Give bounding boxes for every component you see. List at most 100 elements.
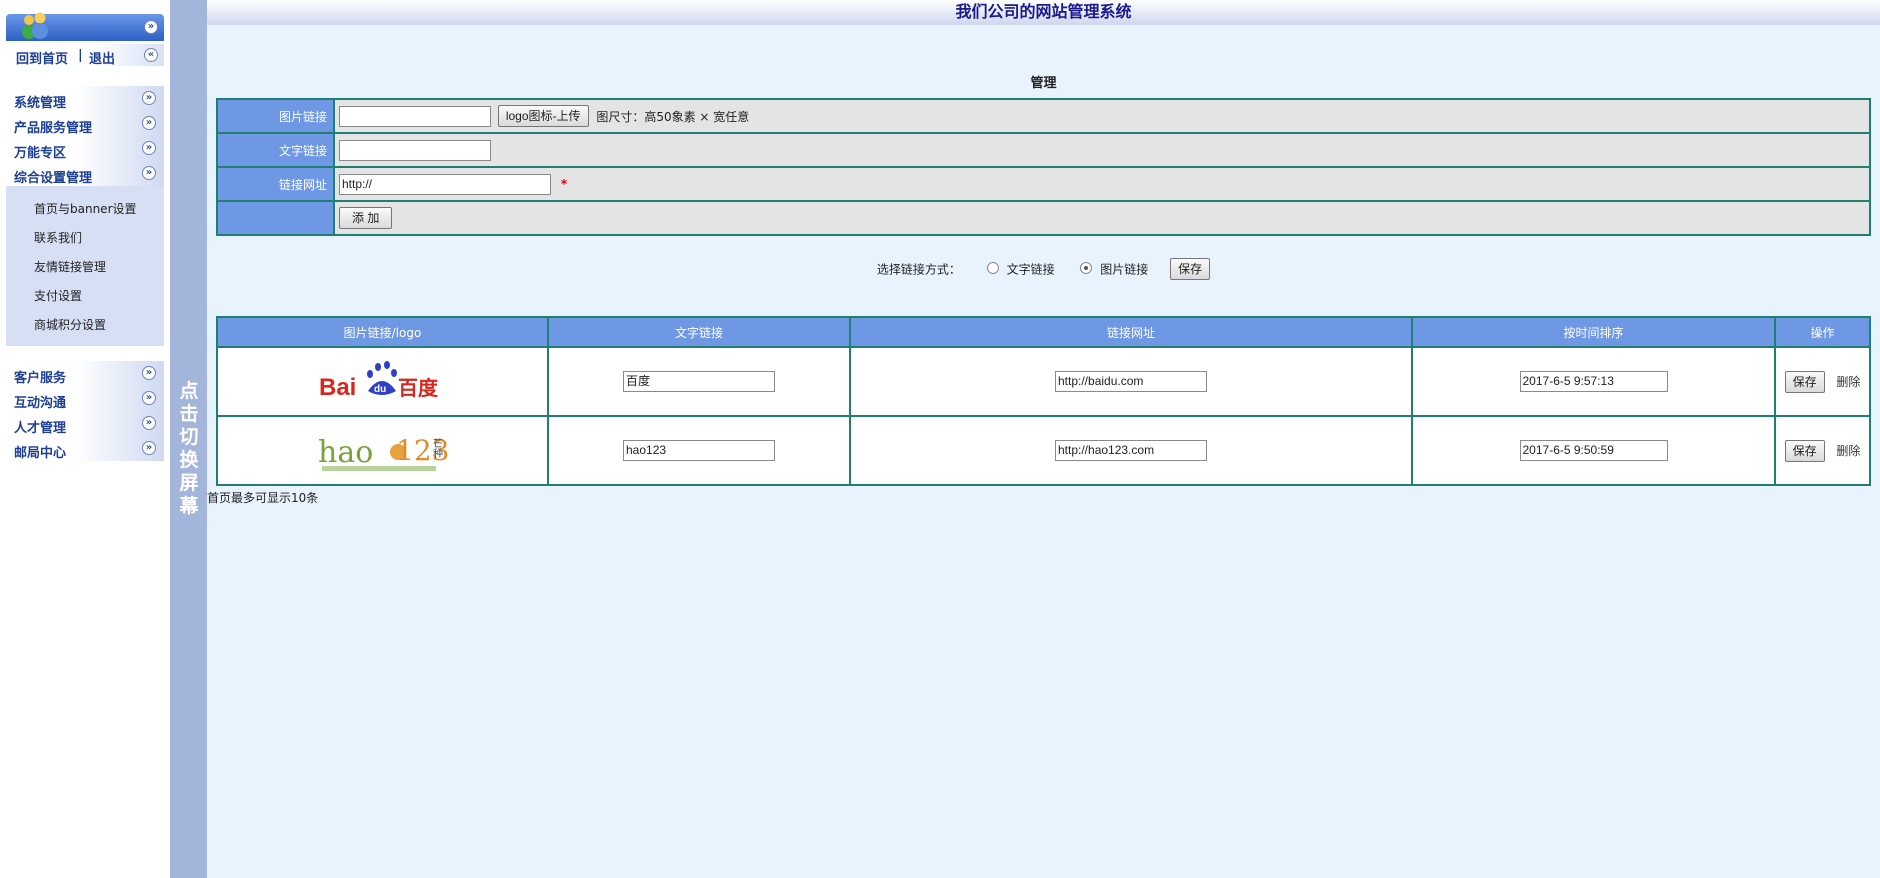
menu-item-mail[interactable]: 邮局中心 » [6,436,164,461]
header-text-link: 文字链接 [547,316,851,348]
menu-item-general-settings[interactable]: 综合设置管理 » [6,161,164,186]
link-mode-label: 选择链接方式： [876,262,961,277]
chevron-down-icon[interactable]: » [142,141,156,155]
time-cell: 2017-6-5 9:57:13 [1411,346,1776,417]
upload-logo-button[interactable]: logo图标-上传 [497,105,589,127]
app-window: » 回到首页 | 退出 « 系统管理 » 产品服务管理 » 万能专区 » 综合设… [0,0,1880,878]
header-url: 链接网址 [849,316,1413,348]
radio-image-link-label[interactable]: 图片链接 [1100,263,1148,277]
url-label: 链接网址 [216,166,335,202]
text-link-cell: 百度 [547,346,851,417]
link-mode-selector: 选择链接方式： 文字链接 图片链接 保存 [207,258,1880,280]
form-row-image-link: 图片链接 logo图标-上传 图尺寸：高50象素 × 宽任意 [216,98,1871,134]
menu-label: 邮局中心 [14,446,67,461]
header-actions: 操作 [1774,316,1871,348]
hao123-logo: hao 123 芒种 [318,424,449,471]
chevron-down-icon[interactable]: » [142,391,156,405]
hao123-logo-cn: 芒种 [430,437,442,459]
chevron-down-icon[interactable]: » [142,116,156,130]
baidu-logo: Bai du 百度 [318,359,448,401]
row-delete-link[interactable]: 删除 [1836,444,1860,458]
links-table: 图片链接/logo 文字链接 链接网址 按时间排序 操作 Bai du 百度 百… [216,316,1871,486]
table-row: Bai du 百度 百度 http://baidu.com 2017-6-5 9… [216,346,1871,417]
switch-screen-bar[interactable]: 点击切换屏幕 [170,0,207,878]
row-time-input[interactable]: 2017-6-5 9:50:59 [1519,440,1668,461]
form-row-text-link: 文字链接 [216,132,1871,168]
menu-label: 客户服务 [14,371,67,386]
actions-label-cell [216,200,335,236]
text-link-cell: hao123 [547,415,851,486]
submenu-item-contact[interactable]: 联系我们 [34,229,82,246]
sidebar-quick-links: 回到首页 | 退出 « [6,44,164,67]
logout-link[interactable]: 退出 [89,48,115,67]
url-input[interactable]: http:// [339,173,551,195]
text-link-input[interactable] [339,139,491,161]
sidebar-header: » [6,12,164,41]
chevron-down-icon[interactable]: » [142,366,156,380]
form-row-url: 链接网址 http:// * [216,166,1871,202]
chevron-down-icon[interactable]: » [142,166,156,180]
hao123-logo-hao: hao [318,435,373,470]
radio-text-link-label[interactable]: 文字链接 [1007,263,1055,277]
url-cell: http://hao123.com [849,415,1413,486]
users-logo-icon [22,12,48,39]
home-link[interactable]: 回到首页 [16,48,68,67]
table-row: hao 123 芒种 hao123 http://hao123.com 2017… [216,415,1871,486]
row-save-button[interactable]: 保存 [1784,370,1825,393]
table-header-row: 图片链接/logo 文字链接 链接网址 按时间排序 操作 [216,316,1871,348]
radio-image-link[interactable] [1080,262,1093,274]
switch-screen-label: 点击切换屏幕 [179,380,199,517]
image-link-input[interactable] [339,105,491,127]
menu-label: 人才管理 [14,421,67,436]
submenu-item-banner[interactable]: 首页与banner设置 [34,200,137,217]
collapse-toggle-icon[interactable]: » [144,20,158,34]
logo-cell: Bai du 百度 [216,346,549,417]
menu-item-products[interactable]: 产品服务管理 » [6,111,164,136]
url-cell: http://baidu.com [849,346,1413,417]
row-time-input[interactable]: 2017-6-5 9:57:13 [1519,371,1668,392]
row-delete-link[interactable]: 删除 [1836,375,1860,389]
section-title: 管理 [1030,76,1057,91]
sidebar: » 回到首页 | 退出 « 系统管理 » 产品服务管理 » 万能专区 » 综合设… [0,0,170,878]
image-link-cell: logo图标-上传 图尺寸：高50象素 × 宽任意 [333,98,1871,134]
menu-item-interaction[interactable]: 互动沟通 » [6,386,164,411]
baidu-logo-du: du [374,384,386,395]
header-time[interactable]: 按时间排序 [1411,316,1776,348]
submenu-item-payment[interactable]: 支付设置 [34,287,82,304]
submenu-item-points[interactable]: 商城积分设置 [34,316,106,333]
required-mark: * [560,177,568,191]
row-url-input[interactable]: http://hao123.com [1055,440,1207,461]
url-cell: http:// * [333,166,1871,202]
text-link-cell [333,132,1871,168]
chevron-down-icon[interactable]: » [142,416,156,430]
chevron-down-icon[interactable]: » [142,441,156,455]
menu-item-customer-service[interactable]: 客户服务 » [6,361,164,386]
menu-item-talent[interactable]: 人才管理 » [6,411,164,436]
logo-cell: hao 123 芒种 [216,415,549,486]
time-cell: 2017-6-5 9:50:59 [1411,415,1776,486]
form-row-actions: 添 加 [216,200,1871,236]
menu-group-bottom: 客户服务 » 互动沟通 » 人才管理 » 邮局中心 » [6,361,164,461]
baidu-logo-cn: 百度 [398,376,439,400]
submenu-general-settings: 首页与banner设置 联系我们 友情链接管理 支付设置 商城积分设置 [6,186,164,346]
row-text-input[interactable]: hao123 [623,440,775,461]
row-url-input[interactable]: http://baidu.com [1055,371,1207,392]
chevron-down-icon[interactable]: » [142,91,156,105]
link-form: 图片链接 logo图标-上传 图尺寸：高50象素 × 宽任意 文字链接 链接网址… [216,98,1871,236]
submenu-item-friend-links[interactable]: 友情链接管理 [34,258,106,275]
image-size-hint: 图尺寸：高50象素 × 宽任意 [596,109,750,124]
baidu-logo-bai: Bai [319,374,356,401]
image-link-label: 图片链接 [216,98,335,134]
header-logo: 图片链接/logo [216,316,549,348]
menu-item-system[interactable]: 系统管理 » [6,86,164,111]
radio-text-link[interactable] [986,262,999,274]
actions-cell: 添 加 [333,200,1871,236]
row-text-input[interactable]: 百度 [623,371,775,392]
add-button[interactable]: 添 加 [339,207,393,229]
actions-cell: 保存 删除 [1774,415,1871,486]
menu-group-top: 系统管理 » 产品服务管理 » 万能专区 » 综合设置管理 » [6,86,164,186]
collapse-left-icon[interactable]: « [144,48,158,62]
menu-item-universal[interactable]: 万能专区 » [6,136,164,161]
row-save-button[interactable]: 保存 [1784,439,1825,462]
save-mode-button[interactable]: 保存 [1170,258,1211,280]
